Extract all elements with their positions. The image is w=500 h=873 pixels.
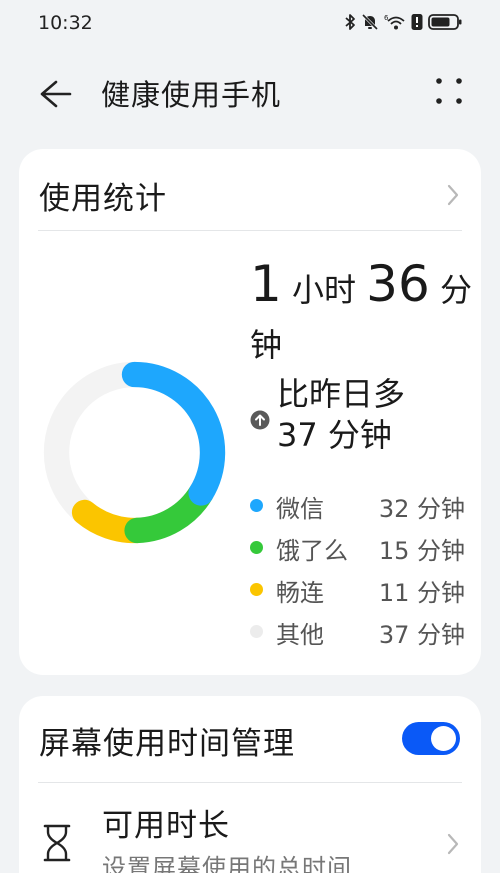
arrow-left-icon	[40, 80, 72, 108]
legend-app-name: 其他	[276, 621, 324, 649]
legend-dot	[250, 541, 263, 554]
legend-item-eleme: 饿了么 15 分钟	[250, 527, 465, 569]
total-hours: 1	[250, 255, 282, 313]
legend-app-time: 15 分钟	[378, 537, 465, 565]
back-button[interactable]	[34, 74, 74, 114]
app-usage-legend: 微信 32 分钟 饿了么 15 分钟 畅连 11 分钟 其他 37 分钟	[250, 485, 465, 653]
chevron-right-icon[interactable]	[443, 830, 463, 858]
screen-time-title: 屏幕使用时间管理	[39, 726, 295, 762]
total-minutes: 36	[366, 255, 430, 313]
available-time-item[interactable]: 可用时长	[102, 800, 230, 845]
divider	[38, 230, 462, 231]
legend-app-name: 畅连	[276, 579, 324, 607]
legend-app-name: 微信	[276, 495, 324, 523]
legend-app-time: 37 分钟	[378, 621, 465, 649]
legend-item-other: 其他 37 分钟	[250, 611, 465, 653]
legend-dot	[250, 499, 263, 512]
divider	[38, 782, 462, 783]
alert-icon	[411, 14, 423, 30]
legend-dot	[250, 625, 263, 638]
legend-item-wechat: 微信 32 分钟	[250, 485, 465, 527]
total-minutes-unit: 分钟	[250, 271, 472, 364]
mute-icon	[361, 13, 379, 31]
wifi-6-icon: 6	[384, 14, 405, 30]
available-time-description: 设置屏幕使用的总时间	[102, 854, 352, 873]
donut-segment-0	[121, 361, 226, 506]
page-title: 健康使用手机	[101, 78, 282, 112]
total-hours-unit: 小时	[291, 271, 356, 309]
legend-dot	[250, 583, 263, 596]
more-dots-icon	[436, 78, 462, 104]
legend-app-time: 11 分钟	[378, 579, 465, 607]
hourglass-icon	[43, 824, 71, 862]
status-bar: 10:32 6	[0, 0, 500, 48]
compare-text: 比昨日多 37 分钟	[277, 374, 477, 456]
bluetooth-icon	[345, 14, 355, 30]
status-time: 10:32	[38, 12, 93, 34]
usage-stats-title: 使用统计	[39, 181, 167, 217]
toggle-knob	[431, 726, 456, 751]
screen-time-toggle[interactable]	[402, 722, 460, 755]
status-icons: 6	[344, 13, 462, 31]
more-button[interactable]	[434, 76, 464, 106]
chevron-right-icon	[447, 184, 459, 206]
legend-item-changlian: 畅连 11 分钟	[250, 569, 465, 611]
screen-time-card: 屏幕使用时间管理 可用时长 设置屏幕使用的总时间	[19, 696, 481, 873]
battery-icon	[428, 14, 462, 30]
usage-donut-chart	[43, 361, 226, 544]
legend-app-name: 饿了么	[276, 537, 348, 565]
app-bar: 健康使用手机	[0, 56, 500, 128]
total-usage: 1 小时 36 分钟	[250, 257, 475, 373]
legend-app-time: 32 分钟	[378, 495, 465, 523]
compare-line-2: 37 分钟	[277, 416, 392, 454]
usage-stats-card[interactable]: 使用统计 1 小时 36 分钟 比昨日多 37 分钟 微信 32 分钟 饿了么 …	[19, 149, 481, 675]
compare-line-1: 比昨日多	[277, 375, 406, 413]
arrow-up-circle-icon	[250, 410, 270, 430]
